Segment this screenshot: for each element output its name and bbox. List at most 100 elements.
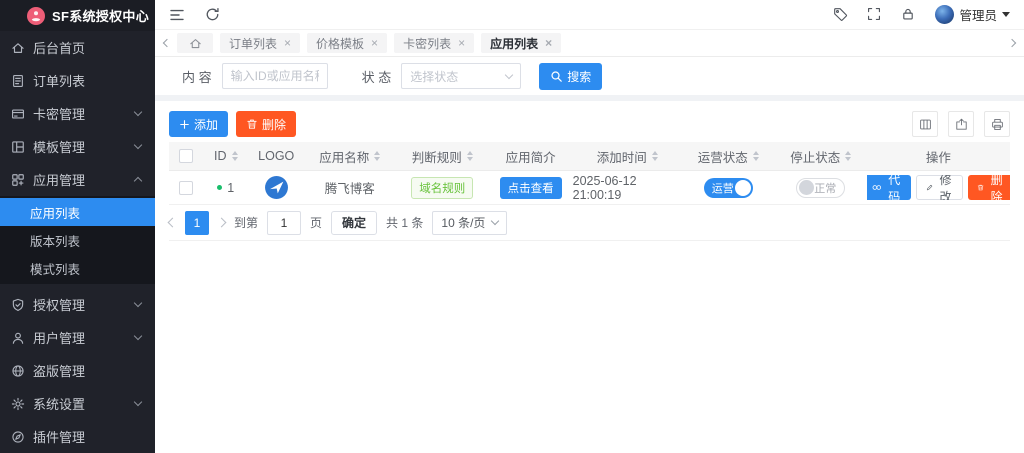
content-search-input[interactable]: [222, 63, 328, 89]
tabs-scroll-left-icon[interactable]: [163, 39, 171, 47]
view-intro-button[interactable]: 点击查看: [500, 177, 562, 199]
sidebar-item-cards[interactable]: 卡密管理: [0, 97, 155, 130]
header-stop-status[interactable]: 停止状态: [774, 147, 867, 166]
link-icon: [872, 183, 882, 192]
tab-label: 应用列表: [490, 35, 538, 52]
tab-label: 订单列表: [229, 35, 277, 52]
sort-icon[interactable]: [753, 151, 759, 161]
run-status-toggle[interactable]: 运营: [704, 178, 753, 198]
search-button-label: 搜索: [567, 68, 591, 85]
page-number[interactable]: 1: [185, 211, 209, 235]
search-button[interactable]: 搜索: [539, 63, 602, 90]
header-time[interactable]: 添加时间: [573, 147, 682, 166]
sidebar-item-orders[interactable]: 订单列表: [0, 64, 155, 97]
sidebar-item-users[interactable]: 用户管理: [0, 321, 155, 354]
stop-status-toggle[interactable]: 正常: [796, 178, 845, 198]
status-select[interactable]: 选择状态: [401, 63, 521, 89]
sort-icon[interactable]: [232, 151, 238, 161]
row-checkbox[interactable]: [179, 181, 193, 195]
content-filler: [169, 241, 1010, 453]
add-button-label: 添加: [194, 116, 218, 133]
close-icon[interactable]: ×: [458, 37, 465, 49]
add-button[interactable]: 添加: [169, 111, 228, 137]
chevron-down-icon: [505, 70, 513, 78]
sidebar-item-authorization[interactable]: 授权管理: [0, 288, 155, 321]
header-name[interactable]: 应用名称: [304, 147, 397, 166]
per-page-select[interactable]: 10 条/页: [432, 211, 507, 235]
sidebar-item-label: 后台首页: [33, 38, 85, 57]
chevron-up-icon: [134, 177, 142, 185]
user-name: 管理员: [959, 5, 997, 24]
sidebar-item-piracy[interactable]: 盗版管理: [0, 354, 155, 387]
delete-row-button[interactable]: 删除: [968, 175, 1009, 200]
tab-card-list[interactable]: 卡密列表 ×: [394, 33, 474, 53]
sidebar-item-label: 卡密管理: [33, 104, 85, 123]
home-icon: [189, 37, 202, 50]
sidebar-item-label: 授权管理: [33, 295, 85, 314]
header-run-status[interactable]: 运营状态: [682, 147, 775, 166]
row-time: 2025-06-12 21:00:19: [573, 174, 682, 202]
confirm-page-button[interactable]: 确定: [331, 211, 377, 235]
tab-label: 卡密列表: [403, 35, 451, 52]
sidebar-subitem-version-list[interactable]: 版本列表: [0, 226, 155, 254]
tab-label: 价格模板: [316, 35, 364, 52]
sidebar-item-label: 应用管理: [33, 170, 85, 189]
close-icon[interactable]: ×: [284, 37, 291, 49]
close-icon[interactable]: ×: [545, 37, 552, 49]
header-intro: 应用简介: [489, 147, 573, 166]
goto-page-input[interactable]: [267, 211, 301, 235]
export-icon[interactable]: [948, 111, 974, 137]
tab-app-list[interactable]: 应用列表 ×: [481, 33, 561, 53]
columns-icon[interactable]: [912, 111, 938, 137]
app-window: SF系统授权中心 后台首页 订单列表 卡密管理 模板管理 应用管理: [0, 0, 1024, 453]
header-id[interactable]: ID: [203, 149, 249, 163]
chevron-down-icon: [491, 217, 499, 225]
edit-button[interactable]: 修改: [916, 175, 963, 200]
per-page-value: 10 条/页: [441, 214, 485, 231]
header-rule[interactable]: 判断规则: [396, 147, 489, 166]
goto-label: 到第: [234, 214, 258, 231]
search-icon: [550, 70, 563, 83]
sidebar-item-home[interactable]: 后台首页: [0, 31, 155, 64]
tab-bar: 订单列表 × 价格模板 × 卡密列表 × 应用列表 ×: [155, 30, 1024, 57]
fullscreen-icon[interactable]: [867, 7, 883, 23]
tab-home[interactable]: [177, 33, 213, 53]
sort-icon[interactable]: [467, 151, 473, 161]
sidebar-subitem-mode-list[interactable]: 模式列表: [0, 254, 155, 282]
sidebar-item-settings[interactable]: 系统设置: [0, 387, 155, 420]
status-select-placeholder: 选择状态: [410, 68, 458, 85]
sort-icon[interactable]: [374, 151, 380, 161]
row-run-status: 运营: [682, 178, 775, 198]
tabs-scroll-right-icon[interactable]: [1008, 39, 1016, 47]
close-icon[interactable]: ×: [371, 37, 378, 49]
trash-icon: [246, 118, 258, 130]
sidebar-item-label: 插件管理: [33, 427, 85, 446]
row-logo: [249, 175, 304, 200]
globe-icon: [11, 364, 25, 378]
chevron-down-icon: [134, 108, 142, 116]
code-button[interactable]: 代码: [867, 175, 911, 200]
tab-order-list[interactable]: 订单列表 ×: [220, 33, 300, 53]
plus-icon: [179, 119, 190, 130]
lock-icon[interactable]: [901, 7, 917, 23]
card-icon: [11, 107, 25, 121]
chevron-down-icon: [134, 299, 142, 307]
print-icon[interactable]: [984, 111, 1010, 137]
select-all-checkbox[interactable]: [179, 149, 193, 163]
sidebar-item-templates[interactable]: 模板管理: [0, 130, 155, 163]
sort-icon[interactable]: [652, 151, 658, 161]
refresh-icon[interactable]: [205, 7, 221, 23]
tag-icon[interactable]: [833, 7, 849, 23]
prev-page-icon[interactable]: [168, 218, 178, 228]
sidebar-subitem-app-list[interactable]: 应用列表: [0, 198, 155, 226]
user-menu[interactable]: 管理员: [935, 5, 1010, 24]
tab-price-template[interactable]: 价格模板 ×: [307, 33, 387, 53]
table-toolbar: 添加 删除: [169, 106, 1010, 142]
next-page-icon[interactable]: [217, 218, 227, 228]
collapse-menu-icon[interactable]: [169, 7, 185, 23]
sidebar-item-apps[interactable]: 应用管理: [0, 163, 155, 196]
delete-button[interactable]: 删除: [236, 111, 296, 137]
sort-icon[interactable]: [845, 151, 851, 161]
sidebar-item-plugins[interactable]: 插件管理: [0, 420, 155, 453]
subitem-label: 版本列表: [30, 231, 80, 250]
